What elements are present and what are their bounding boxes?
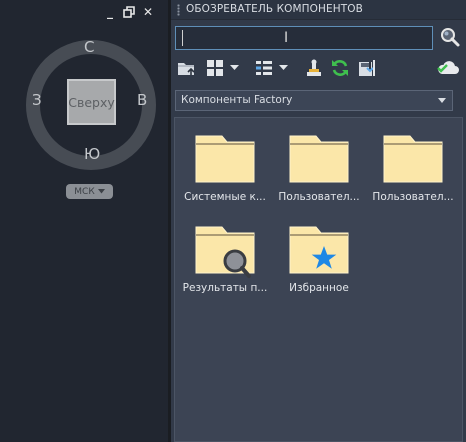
item-label: Системные к... (184, 191, 266, 203)
list-sort-icon (256, 61, 272, 75)
search-field[interactable]: I (175, 26, 433, 50)
library-selector-value: Компоненты Factory (181, 94, 293, 106)
palette-toolbar (171, 55, 466, 83)
search-input[interactable] (176, 27, 432, 49)
chevron-down-icon (438, 98, 446, 103)
cloud-sync-button[interactable] (436, 57, 460, 79)
wcs-label: МСК (74, 186, 95, 197)
favorites-folder-icon (289, 226, 349, 274)
close-icon[interactable]: ✕ (142, 6, 154, 18)
folder-item-search-results[interactable]: Результаты п... (180, 224, 270, 314)
viewcube-top-face[interactable]: Сверху (67, 79, 116, 125)
palette-title: ОБОЗРЕВАТЕЛЬ КОМПОНЕНТОВ (186, 3, 363, 15)
folder-icon (383, 135, 443, 183)
drawing-viewport[interactable]: _ ✕ С Ю В З Сверху МСК (0, 0, 170, 442)
text-caret (182, 30, 183, 46)
viewport-controls: _ ✕ (104, 6, 154, 18)
folder-item-user-1[interactable]: Пользовател... (274, 133, 364, 223)
item-label: Пользовател... (278, 191, 360, 203)
chevron-down-icon (97, 189, 105, 194)
restore-icon[interactable] (123, 6, 135, 18)
view-mode-button[interactable] (206, 57, 239, 79)
grid-view-icon (207, 60, 223, 76)
compass-west[interactable]: З (32, 91, 42, 109)
download-disk-icon (359, 60, 375, 76)
minimize-icon[interactable]: _ (104, 6, 116, 18)
new-folder-button[interactable] (176, 57, 196, 79)
palette-titlebar[interactable]: ОБОЗРЕВАТЕЛЬ КОМПОНЕНТОВ (171, 0, 466, 20)
grip-handle-icon[interactable] (177, 4, 180, 16)
chevron-down-icon (279, 65, 288, 70)
search-icon (441, 28, 460, 47)
cloud-check-icon (437, 61, 459, 74)
folder-item-user-2[interactable]: Пользовател... (368, 133, 458, 223)
folder-icon (195, 135, 255, 183)
compass-east[interactable]: В (137, 91, 147, 109)
compass-south[interactable]: Ю (84, 145, 100, 163)
content-area: Системные к... Пользовател... Пользовате… (174, 117, 463, 442)
refresh-button[interactable] (330, 57, 350, 79)
refresh-icon (332, 60, 348, 76)
wcs-menu-button[interactable]: МСК (66, 184, 113, 199)
item-label: Результаты п... (182, 282, 268, 294)
sort-button[interactable] (255, 57, 288, 79)
folder-item-system[interactable]: Системные к... (180, 133, 270, 223)
item-label: Пользовател... (372, 191, 454, 203)
content-browser-palette: ОБОЗРЕВАТЕЛЬ КОМПОНЕНТОВ I Компоненты Fa… (171, 0, 466, 442)
search-button[interactable] (439, 27, 461, 49)
library-selector[interactable]: Компоненты Factory (175, 90, 453, 111)
chevron-down-icon (230, 65, 239, 70)
application-window: _ ✕ С Ю В З Сверху МСК ОБОЗРЕВАТЕЛЬ КОМП… (0, 0, 466, 442)
folder-item-favorites[interactable]: Избранное (274, 224, 364, 314)
ibeam-cursor-icon: I (284, 30, 289, 46)
search-results-folder-icon (195, 226, 255, 278)
load-button[interactable] (357, 57, 377, 79)
folder-icon (289, 135, 349, 183)
compass-north[interactable]: С (84, 38, 94, 56)
item-label: Избранное (289, 282, 349, 294)
stamp-icon (307, 59, 321, 76)
stamp-button[interactable] (304, 57, 324, 79)
folder-up-icon (178, 63, 195, 75)
